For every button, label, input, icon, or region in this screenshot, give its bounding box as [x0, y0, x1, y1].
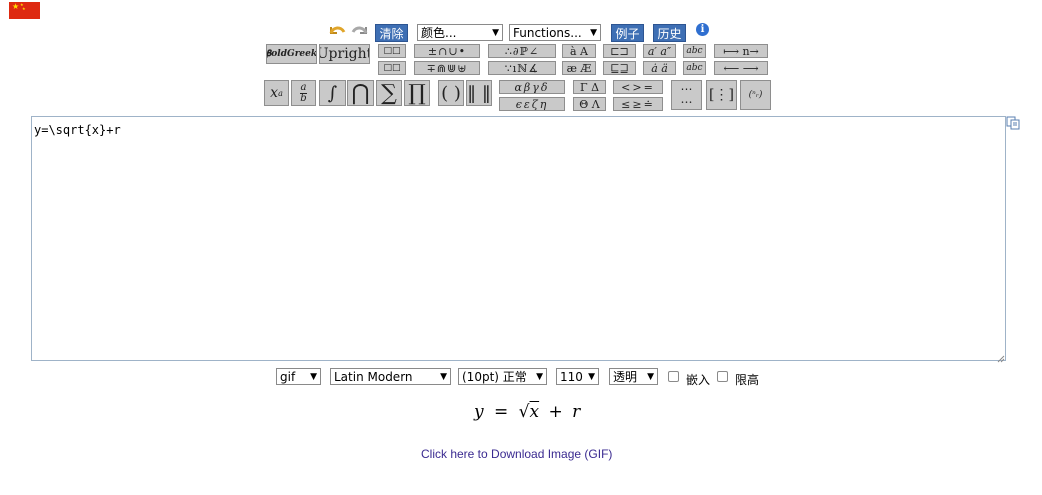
info-icon[interactable]: i — [696, 23, 709, 36]
subseteq-button[interactable]: ⊑⊒ — [603, 61, 636, 75]
upright-button[interactable]: Upright — [319, 44, 370, 64]
china-flag-icon[interactable]: ★ ★ ★ — [9, 2, 40, 19]
parentheses-button[interactable]: ( ) — [438, 80, 464, 106]
size-select-value: (10pt) 正常 — [462, 370, 527, 384]
dropdown-arrow-icon: ▼ — [647, 371, 654, 382]
preview-radical: √ — [518, 402, 530, 422]
prime-button[interactable]: a′ a″ — [643, 44, 676, 58]
big-cap-button[interactable]: ⋂ — [347, 80, 374, 106]
equation-preview: y = √x + r — [474, 402, 580, 422]
color-select[interactable]: 颜色... ▼ — [417, 24, 503, 41]
ligature-button[interactable]: æ Æ — [562, 61, 596, 75]
download-link[interactable]: Click here to Download Image (GIF) — [421, 447, 612, 461]
misc-symbols-button[interactable]: ∴∂ℙ∠ — [488, 44, 556, 58]
relations-button[interactable]: <>= — [613, 80, 663, 94]
superscript-button[interactable]: xa — [264, 80, 289, 106]
fraction-button[interactable]: ab — [291, 80, 316, 106]
dropdown-arrow-icon: ▼ — [590, 27, 597, 38]
misc-symbols-2-button[interactable]: ∵ıℕ∡ — [488, 61, 556, 75]
dpi-select-value: 110 — [560, 369, 583, 384]
matrix-layout-button[interactable]: □□ — [378, 44, 406, 58]
product-button[interactable]: ∏ — [404, 80, 430, 106]
dropdown-arrow-icon: ▼ — [310, 371, 317, 382]
clear-button[interactable]: 清除 — [375, 24, 408, 42]
integral-button[interactable]: ∫ — [319, 80, 346, 106]
preview-lhs: y — [474, 402, 484, 422]
preview-r: r — [572, 402, 581, 422]
resize-grip-icon[interactable] — [997, 352, 1005, 366]
dropdown-arrow-icon: ▼ — [492, 27, 499, 38]
greek-lower-2-button[interactable]: ϵεζη — [499, 97, 565, 111]
history-button[interactable]: 历史 — [653, 24, 686, 42]
subset-button[interactable]: ⊏⊐ — [603, 44, 636, 58]
format-select[interactable]: gif ▼ — [276, 368, 321, 385]
inline-checkbox[interactable] — [717, 371, 728, 382]
format-select-value: gif — [280, 369, 296, 384]
matrix-layout-alt-button[interactable]: □□ — [378, 61, 406, 75]
inline-label: 限高 — [735, 373, 760, 387]
underarc-button[interactable]: abc — [683, 61, 706, 75]
embed-label: 嵌入 — [686, 373, 711, 387]
greek-upper-2-button[interactable]: Θ Λ — [573, 97, 606, 111]
background-select[interactable]: 透明 ▼ — [609, 368, 658, 385]
font-select-value: Latin Modern — [334, 369, 413, 384]
relations-2-button[interactable]: ≤≥≐ — [613, 97, 663, 111]
binomial-button[interactable]: (ⁿᵣ) — [740, 80, 771, 110]
preview-plus: + — [548, 402, 563, 422]
greek-lower-button[interactable]: αβγδ — [499, 80, 565, 94]
mapsto-arrow-button[interactable]: ⟼ n→ — [714, 44, 768, 58]
size-select[interactable]: (10pt) 正常 ▼ — [458, 368, 547, 385]
dots-button[interactable]: ⋯… — [671, 80, 702, 110]
preview-equals: = — [494, 402, 509, 422]
undo-icon[interactable] — [327, 23, 347, 39]
long-arrow-button[interactable]: ⟵ ⟶ — [714, 61, 768, 75]
dpi-select[interactable]: 110 ▼ — [556, 368, 599, 385]
functions-select-value: Functions... — [513, 25, 582, 40]
accent-a-button[interactable]: à A — [562, 44, 596, 58]
dropdown-arrow-icon: ▼ — [536, 371, 543, 382]
binary-operators-button[interactable]: ±∩∪• — [414, 44, 480, 58]
dropdown-arrow-icon: ▼ — [588, 371, 595, 382]
overarc-button[interactable]: abc — [683, 44, 706, 58]
preview-radicand: x — [529, 402, 540, 422]
redo-icon[interactable] — [350, 23, 370, 39]
dot-accent-button[interactable]: ȧ ä — [643, 61, 676, 75]
matrix-button[interactable]: [⋮] — [706, 80, 737, 110]
latex-editor-input[interactable] — [31, 116, 1006, 361]
embed-checkbox[interactable] — [668, 371, 679, 382]
background-select-value: 透明 — [613, 370, 638, 384]
examples-button[interactable]: 例子 — [611, 24, 644, 42]
color-select-value: 颜色... — [421, 26, 457, 40]
norm-button[interactable]: ‖ ‖ — [466, 80, 492, 106]
binary-operators-2-button[interactable]: ∓⋒⋓⊎ — [414, 61, 480, 75]
copy-icon[interactable] — [1006, 116, 1020, 130]
greek-upper-button[interactable]: Γ Δ — [573, 80, 606, 94]
font-select[interactable]: Latin Modern ▼ — [330, 368, 451, 385]
boldgreek-button[interactable]: 𝛃oldGreek — [266, 44, 317, 64]
dropdown-arrow-icon: ▼ — [440, 371, 447, 382]
summation-button[interactable]: ∑ — [376, 80, 402, 106]
functions-select[interactable]: Functions... ▼ — [509, 24, 601, 41]
